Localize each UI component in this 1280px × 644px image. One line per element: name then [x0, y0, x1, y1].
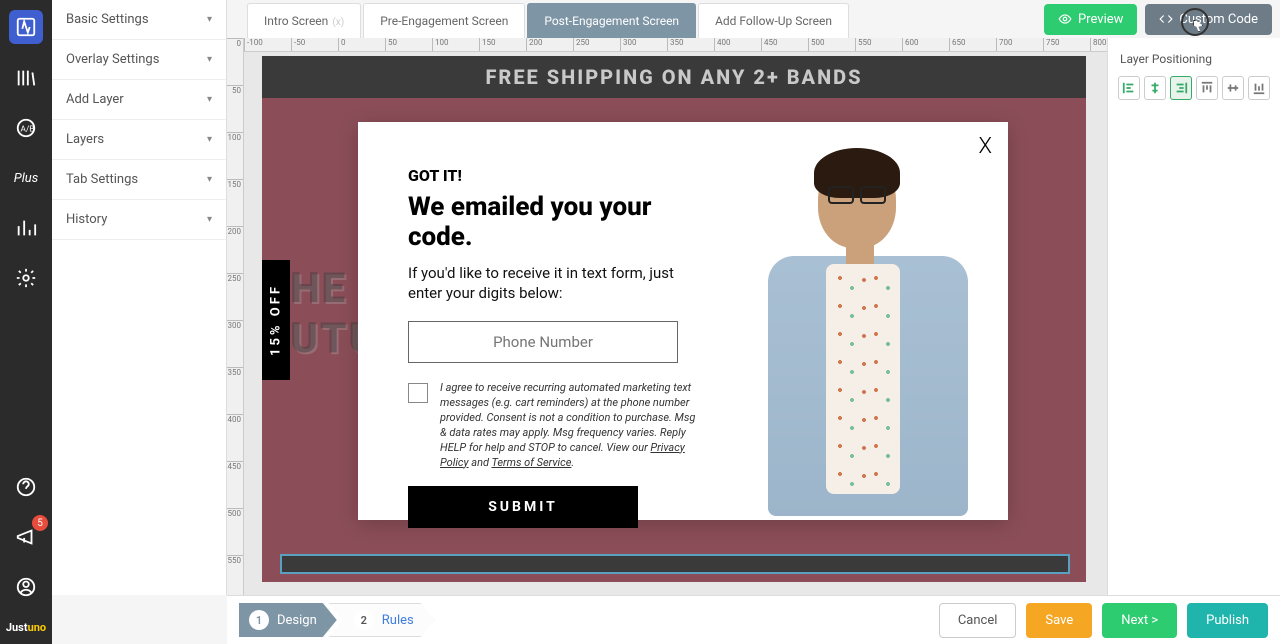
- left-nav: A/B Plus 5 Justuno: [0, 0, 52, 644]
- nav-settings-icon[interactable]: [10, 262, 42, 294]
- bottom-bar: 1 Design 2 Rules Cancel Save Next > Publ…: [227, 595, 1280, 644]
- caret-icon: ▾: [207, 134, 212, 145]
- align-bottom-button[interactable]: [1248, 76, 1270, 100]
- section-basic-settings[interactable]: Basic Settings▾: [52, 0, 226, 40]
- cancel-button[interactable]: Cancel: [939, 603, 1017, 638]
- nav-library-icon[interactable]: [10, 62, 42, 94]
- nav-help-icon[interactable]: [10, 471, 42, 503]
- consent-text: I agree to receive recurring automated m…: [440, 381, 698, 470]
- nav-announce-icon[interactable]: 5: [10, 521, 42, 553]
- code-icon: [1159, 12, 1173, 26]
- section-tab-settings[interactable]: Tab Settings▾: [52, 160, 226, 200]
- nav-plus-icon[interactable]: Plus: [10, 162, 42, 194]
- horizontal-ruler: -100-50050100150200250300350400450500550…: [244, 38, 1107, 52]
- section-add-layer[interactable]: Add Layer▾: [52, 80, 226, 120]
- step-design[interactable]: 1 Design: [239, 603, 337, 637]
- popup-headline: We emailed you your code.: [408, 193, 698, 253]
- top-tabbar: Intro Screen(x) Pre-Engagement Screen Po…: [227, 0, 1280, 38]
- nav-analytics-icon[interactable]: [10, 212, 42, 244]
- svg-text:A/B: A/B: [21, 125, 35, 135]
- align-controls: [1108, 76, 1280, 100]
- eye-icon: [1058, 12, 1072, 26]
- align-center-v-button[interactable]: [1222, 76, 1244, 100]
- preview-button[interactable]: Preview: [1044, 4, 1137, 35]
- offer-side-tab[interactable]: 15% OFF: [262, 260, 290, 380]
- nav-ab-test-icon[interactable]: A/B: [10, 112, 42, 144]
- custom-code-button[interactable]: Custom Code: [1145, 4, 1272, 35]
- phone-input[interactable]: [408, 321, 678, 363]
- popup-modal[interactable]: X GOT IT! We emailed you your code. If y…: [358, 122, 1008, 520]
- right-panel-title: Layer Positioning: [1108, 38, 1280, 76]
- step-number: 1: [249, 610, 269, 630]
- vertical-ruler: 050100150200250300350400450500550: [227, 38, 244, 595]
- tab-pre-engagement[interactable]: Pre-Engagement Screen: [363, 3, 525, 38]
- left-settings-panel: Basic Settings▾ Overlay Settings▾ Add La…: [52, 0, 227, 595]
- consent-checkbox[interactable]: [408, 383, 428, 403]
- tab-post-engagement[interactable]: Post-Engagement Screen: [527, 3, 696, 38]
- popup-subtext: If you'd like to receive it in text form…: [408, 263, 698, 304]
- person-illustration: [738, 138, 1008, 520]
- publish-button[interactable]: Publish: [1187, 603, 1268, 638]
- align-left-button[interactable]: [1118, 76, 1140, 100]
- caret-icon: ▾: [207, 214, 212, 225]
- tab-intro-screen[interactable]: Intro Screen(x): [247, 3, 361, 38]
- brand-logo: Justuno: [6, 621, 46, 634]
- section-history[interactable]: History▾: [52, 200, 226, 240]
- save-button[interactable]: Save: [1026, 603, 1092, 638]
- step-number: 2: [354, 610, 374, 630]
- notif-badge: 5: [32, 515, 48, 531]
- popup-image-area: [738, 122, 1008, 520]
- section-overlay-settings[interactable]: Overlay Settings▾: [52, 40, 226, 80]
- caret-icon: ▾: [207, 14, 212, 25]
- align-right-button[interactable]: [1170, 76, 1192, 100]
- bottom-strip[interactable]: [280, 554, 1070, 574]
- caret-icon: ▾: [207, 94, 212, 105]
- nav-brand-icon[interactable]: [9, 10, 43, 44]
- tos-link[interactable]: Terms of Service: [491, 456, 571, 469]
- right-panel: Layer Positioning: [1107, 38, 1280, 595]
- nav-account-icon[interactable]: [10, 571, 42, 603]
- page-background[interactable]: FREE SHIPPING ON ANY 2+ BANDS 15% OFF HE…: [262, 56, 1086, 582]
- submit-button[interactable]: SUBMIT: [408, 486, 638, 528]
- caret-icon: ▾: [207, 174, 212, 185]
- section-layers[interactable]: Layers▾: [52, 120, 226, 160]
- design-canvas[interactable]: FREE SHIPPING ON ANY 2+ BANDS 15% OFF HE…: [244, 52, 1107, 595]
- shipping-banner[interactable]: FREE SHIPPING ON ANY 2+ BANDS: [262, 56, 1086, 98]
- step-rules[interactable]: 2 Rules: [329, 603, 435, 637]
- align-center-h-button[interactable]: [1144, 76, 1166, 100]
- align-top-button[interactable]: [1196, 76, 1218, 100]
- next-button[interactable]: Next >: [1102, 603, 1177, 638]
- popup-eyebrow: GOT IT!: [408, 166, 698, 185]
- close-icon[interactable]: (x): [332, 17, 344, 28]
- tab-add-followup[interactable]: Add Follow-Up Screen: [698, 3, 849, 38]
- caret-icon: ▾: [207, 54, 212, 65]
